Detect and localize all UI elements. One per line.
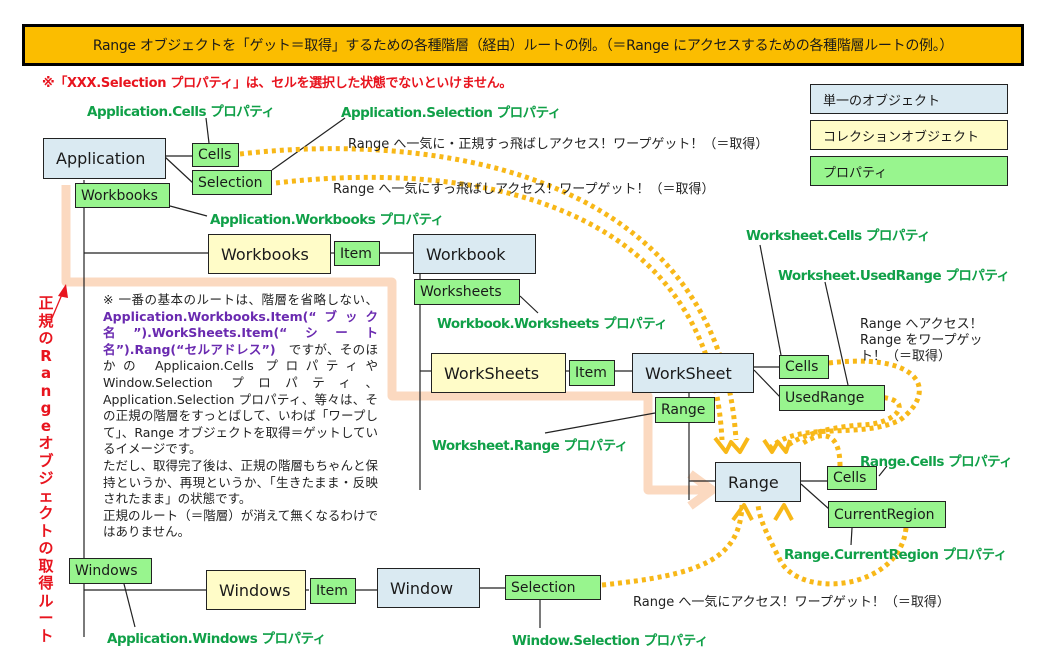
label-win-selection: Window.Selection プロパティ (512, 633, 708, 649)
node-windows-collection[interactable]: Windows (206, 570, 306, 610)
description-intro: ※ 一番の基本のルートは、階層を省略しない、 (103, 292, 378, 307)
note-cells-warp: Range へ一気に・正規すっ飛ばしアクセス！ワープゲット！（＝取得） (348, 137, 769, 152)
warp-range-cells (798, 433, 843, 467)
label-app-workbooks: Application.Workbooks プロパティ (210, 212, 444, 228)
prop-app-workbooks[interactable]: Workbooks (75, 183, 170, 208)
label-app-cells: Application.Cells プロパティ (87, 104, 275, 120)
description-text: ※ 一番の基本のルートは、階層を省略しない、Application.Workbo… (103, 292, 378, 541)
page-title-banner: Range オブジェクトを「ゲット＝取得」するための各種階層（経由）ルートの例。… (22, 24, 1024, 66)
node-application[interactable]: Application (43, 138, 166, 179)
warp-window-selection (601, 504, 745, 588)
label-app-selection: Application.Selection プロパティ (341, 105, 561, 121)
prop-app-selection[interactable]: Selection (192, 170, 272, 195)
legend-label: コレクションオブジェクト (823, 129, 980, 145)
label-ws-usedrange: Worksheet.UsedRange プロパティ (778, 268, 1010, 284)
note-ws-warp-line3: ト！（＝取得） (860, 349, 952, 364)
legend-label: 単一のオブジェクト (823, 93, 941, 109)
label-range-cells: Range.Cells プロパティ (860, 454, 1013, 470)
label-app-windows: Application.Windows プロパティ (107, 631, 326, 647)
label-wb-worksheets: Workbook.Worksheets プロパティ (437, 316, 668, 332)
prop-app-cells[interactable]: Cells (192, 143, 239, 167)
description-body: ですが、そのほかの Applicaion.Cells プロパティや Window… (103, 341, 378, 457)
node-window[interactable]: Window (377, 568, 480, 608)
node-worksheet[interactable]: WorkSheet (632, 353, 754, 393)
prop-windows-item[interactable]: Item (310, 578, 356, 604)
node-workbook[interactable]: Workbook (413, 234, 536, 274)
warp-arrowhead (762, 438, 792, 454)
prop-wb-worksheets[interactable]: Worksheets (414, 279, 520, 305)
prop-workbooks-item[interactable]: Item (334, 241, 380, 266)
note-selection-warp: Range へ一気にすっ飛ばしアクセス！ワープゲット！（＝取得） (333, 182, 715, 197)
description-paragraph-3: 正規のルート（＝階層）が消えて無くなるわけではありません。 (103, 507, 378, 540)
legend-property: プロパティ (810, 156, 1008, 186)
legend-label: プロパティ (823, 165, 888, 181)
node-range[interactable]: Range (715, 462, 801, 502)
legend-collection-object: コレクションオブジェクト (810, 120, 1008, 150)
label-range-currentregion: Range.CurrentRegion プロパティ (784, 547, 1007, 563)
warp-arrowhead (773, 503, 794, 522)
prop-app-windows[interactable]: Windows (69, 558, 152, 584)
page-title: Range オブジェクトを「ゲット＝取得」するための各種階層（経由）ルートの例。… (92, 38, 954, 54)
prop-range-currentregion[interactable]: CurrentRegion (828, 501, 946, 528)
prop-win-selection[interactable]: Selection (505, 575, 601, 600)
prop-ws-range[interactable]: Range (655, 397, 715, 423)
node-worksheets-collection[interactable]: WorkSheets (431, 353, 566, 393)
prop-ws-cells[interactable]: Cells (779, 355, 829, 379)
prop-ws-usedrange[interactable]: UsedRange (779, 385, 885, 411)
node-workbooks-collection[interactable]: Workbooks (208, 234, 331, 274)
selection-warning: ※「XXX.Selection プロパティ」は、セルを選択した状態でないといけま… (42, 76, 513, 91)
legend-single-object: 単一のオブジェクト (810, 84, 1008, 114)
label-ws-range: Worksheet.Range プロパティ (432, 438, 628, 454)
label-ws-cells: Worksheet.Cells プロパティ (746, 228, 931, 244)
description-paragraph-2: ただし、取得完了後は、正規の階層もちゃんと保持というか、再現というか、「生きたま… (103, 457, 379, 507)
note-window-warp: Range へ一気にアクセス！ワープゲット！（＝取得） (633, 595, 950, 610)
prop-worksheets-item[interactable]: Item (569, 360, 615, 386)
regular-route-vertical-label: 正規のRangeオブジェクトの取得ルート (38, 294, 54, 645)
